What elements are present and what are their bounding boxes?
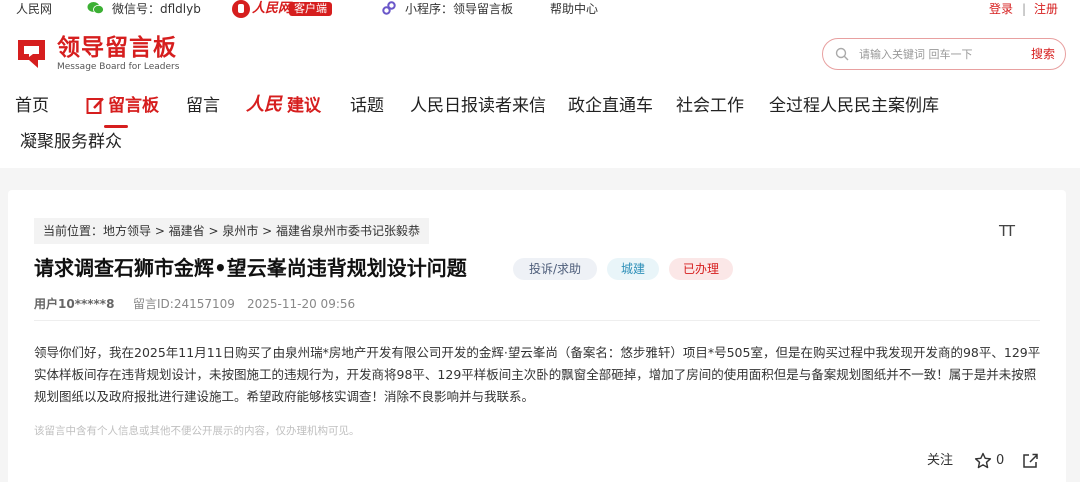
login-link[interactable]: 登录 <box>989 2 1013 16</box>
logo-title[interactable]: 领导留言板 <box>57 34 177 62</box>
nav-enterprise[interactable]: 政企直通车 <box>568 95 653 117</box>
share-icon[interactable] <box>1022 452 1039 469</box>
miniprogram-link[interactable]: 小程序：领导留言板 <box>405 2 513 16</box>
topbar-separator: | <box>1022 2 1027 16</box>
client-badge[interactable]: 客户端 <box>289 2 332 16</box>
nav-topics[interactable]: 话题 <box>350 95 384 117</box>
wechat-icon <box>87 2 104 15</box>
register-link[interactable]: 注册 <box>1034 2 1058 16</box>
wechat-account: 微信号：dfldlyb <box>112 2 201 16</box>
top-bar: 人民网 微信号：dfldlyb 人民网+ 客户端 小程序：领导留言板 帮助中心 … <box>0 0 1080 18</box>
edit-icon <box>86 97 104 114</box>
search-box: 搜索 <box>822 38 1066 70</box>
logo-subtitle: Message Board for Leaders <box>57 62 180 72</box>
nav-renmin-logo[interactable]: 人民 <box>246 94 282 116</box>
post-time: 2025-11-20 09:56 <box>247 297 356 311</box>
logo-mark-icon[interactable] <box>15 38 49 70</box>
nav-serve-masses[interactable]: 凝聚服务群众 <box>20 131 122 153</box>
nav-suggestion[interactable]: 建议 <box>287 95 321 117</box>
field-tag: 城建 <box>607 258 659 280</box>
star-icon[interactable] <box>974 452 992 470</box>
author-name: 用户10*****8 <box>34 297 115 311</box>
nav-social-work[interactable]: 社会工作 <box>676 95 744 117</box>
search-input[interactable] <box>859 45 1019 63</box>
page-title: 请求调查石狮市金辉•望云峯尚违背规划设计问题 <box>34 256 467 280</box>
main-nav: 首页 留言板 留言 人民 建议 话题 人民日报读者来信 政企直通车 社会工作 全… <box>0 80 1080 168</box>
like-count: 0 <box>996 453 1005 468</box>
message-card: 当前位置：地方领导 > 福建省 > 泉州市 > 福建省泉州市委书记张毅恭 TT … <box>8 190 1066 482</box>
search-button[interactable]: 搜索 <box>1031 46 1055 62</box>
nav-message[interactable]: 留言 <box>186 95 220 117</box>
miniprogram-icon <box>382 1 396 15</box>
message-content: 领导你们好，我在2025年11月11日购买了由泉州瑞*房地产开发有限公司开发的金… <box>34 345 1041 404</box>
privacy-note: 该留言中含有个人信息或其他不便公开展示的内容，仅办理机构可见。 <box>34 425 360 437</box>
message-id: 留言ID:24157109 <box>133 297 235 311</box>
nav-home[interactable]: 首页 <box>15 95 49 117</box>
help-center-link[interactable]: 帮助中心 <box>550 2 598 16</box>
nav-readers-letters[interactable]: 人民日报读者来信 <box>410 95 546 117</box>
nav-message-board[interactable]: 留言板 <box>108 95 159 117</box>
search-icon <box>835 47 849 61</box>
category-tag: 投诉/求助 <box>513 258 597 280</box>
site-link[interactable]: 人民网 <box>16 2 52 16</box>
follow-button[interactable]: 关注 <box>927 452 953 470</box>
font-size-icon[interactable]: TT <box>999 222 1015 240</box>
rmw-app-icon[interactable] <box>232 0 250 18</box>
nav-active-indicator <box>104 125 128 128</box>
breadcrumb: 当前位置：地方领导 > 福建省 > 泉州市 > 福建省泉州市委书记张毅恭 <box>34 218 430 244</box>
site-header: 领导留言板 Message Board for Leaders 搜索 <box>0 18 1080 80</box>
divider <box>34 320 1040 321</box>
nav-democracy-cases[interactable]: 全过程人民民主案例库 <box>769 95 939 117</box>
status-badge: 已办理 <box>669 258 733 280</box>
